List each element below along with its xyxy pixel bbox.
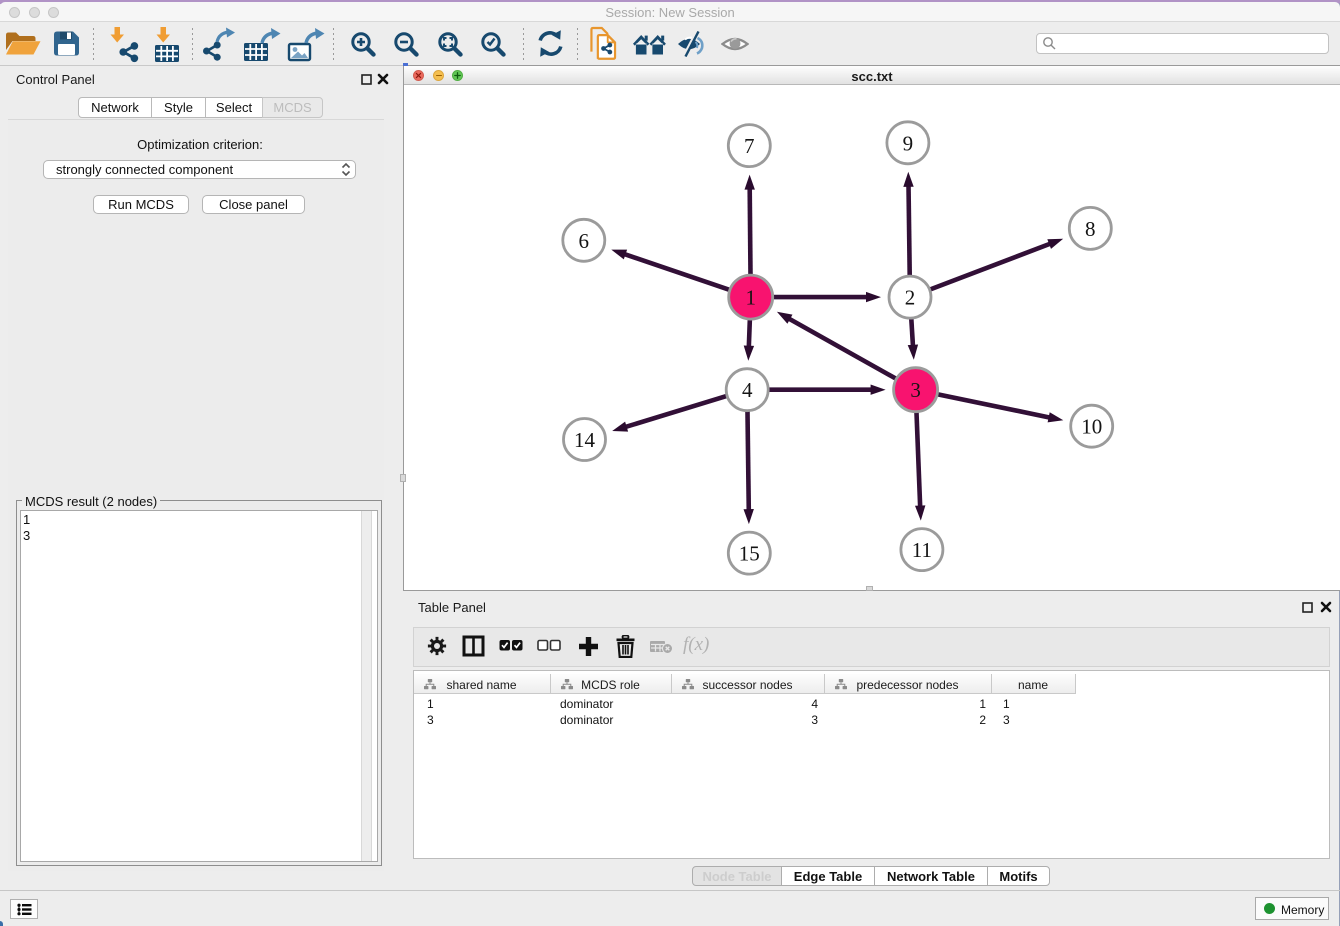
- svg-text:4: 4: [742, 378, 753, 402]
- svg-text:14: 14: [574, 428, 596, 452]
- svg-text:10: 10: [1081, 415, 1102, 439]
- svg-text:9: 9: [903, 131, 914, 155]
- svg-text:3: 3: [910, 378, 921, 402]
- svg-text:2: 2: [905, 286, 916, 310]
- svg-text:8: 8: [1085, 217, 1096, 241]
- svg-text:11: 11: [912, 538, 932, 562]
- svg-text:1: 1: [745, 286, 756, 310]
- svg-text:15: 15: [739, 542, 760, 566]
- svg-text:7: 7: [744, 134, 755, 158]
- svg-text:6: 6: [579, 229, 590, 253]
